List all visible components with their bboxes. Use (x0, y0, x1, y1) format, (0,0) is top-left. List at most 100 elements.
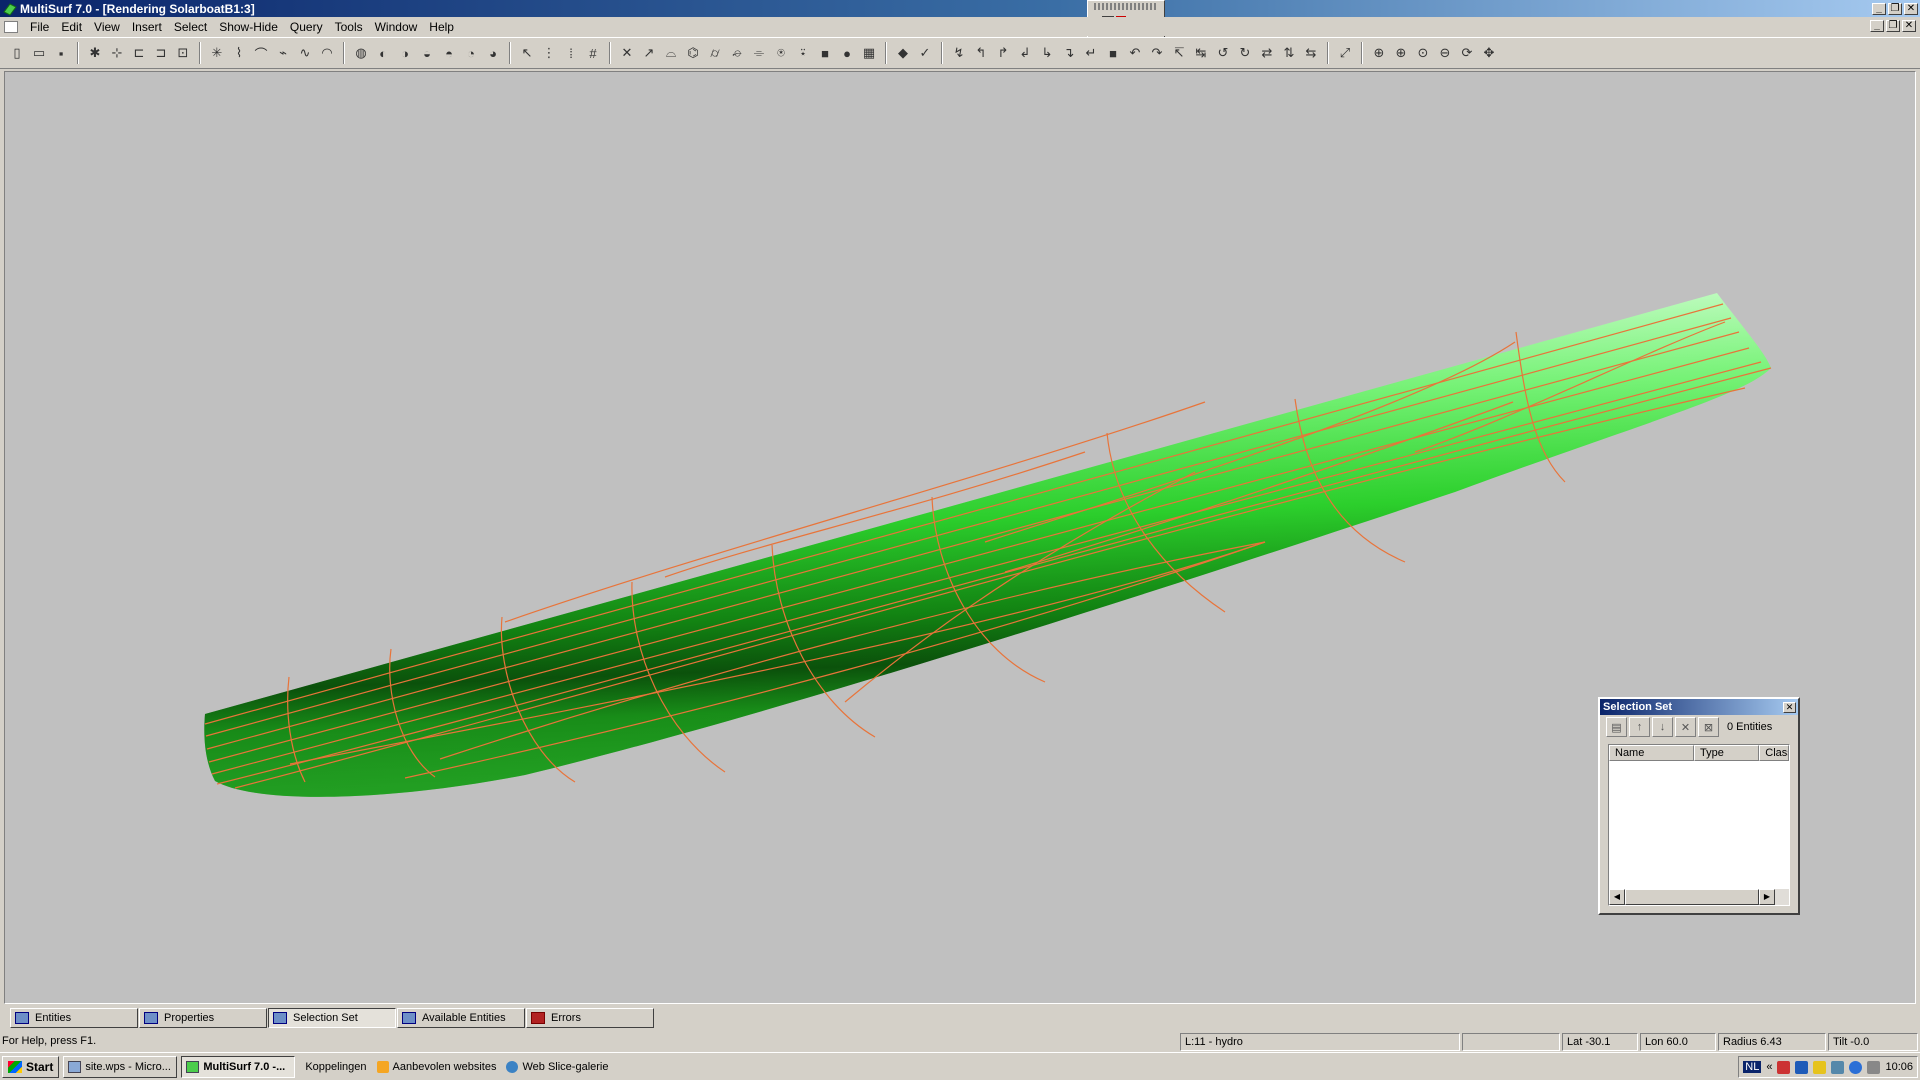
relabel-5-icon[interactable]: ↳ (1036, 42, 1058, 64)
menu-select[interactable]: Select (168, 20, 213, 34)
relabel-8-icon[interactable]: ■ (1102, 42, 1124, 64)
menu-help[interactable]: Help (423, 20, 460, 34)
point-tool-icon[interactable]: ✱ (84, 42, 106, 64)
surface-f-icon[interactable]: ⍣ (792, 42, 814, 64)
save-icon[interactable]: ▪ (50, 42, 72, 64)
link-koppelingen[interactable]: Koppelingen (305, 1061, 366, 1073)
document-icon[interactable] (4, 20, 18, 33)
bspline-tool-icon[interactable]: ⌇ (228, 42, 250, 64)
move-down-icon[interactable]: ↓ (1652, 717, 1673, 737)
check-icon[interactable]: ✓ (914, 42, 936, 64)
surface-d-icon[interactable]: ⌯ (748, 42, 770, 64)
frame-tool-icon[interactable]: ⊡ (172, 42, 194, 64)
lofted-surface-icon[interactable]: ◍ (350, 42, 372, 64)
column-class[interactable]: Class (1759, 745, 1789, 761)
rotate-view-icon[interactable]: ⟳ (1456, 42, 1478, 64)
task-multisurf[interactable]: MultiSurf 7.0 -... (181, 1055, 296, 1078)
revolution-surface-icon[interactable]: ◓ (438, 42, 460, 64)
sort-list-icon[interactable]: ▤ (1606, 717, 1627, 737)
relabel-14-icon[interactable]: ↻ (1234, 42, 1256, 64)
language-indicator[interactable]: NL (1743, 1061, 1762, 1073)
tab-selection-set[interactable]: Selection Set (268, 1008, 396, 1028)
polyline-tool-icon[interactable]: ⌁ (272, 42, 294, 64)
move-up-icon[interactable]: ↑ (1629, 717, 1650, 737)
tray-volume-icon[interactable] (1867, 1060, 1881, 1074)
clear-all-icon[interactable]: ⊠ (1698, 717, 1719, 737)
tray-info-icon[interactable] (1849, 1060, 1863, 1074)
menu-show-hide[interactable]: Show-Hide (213, 20, 284, 34)
tray-network-icon[interactable] (1795, 1060, 1809, 1074)
tab-properties[interactable]: Properties (139, 1008, 267, 1028)
relabel-17-icon[interactable]: ⇆ (1300, 42, 1322, 64)
relabel-7-icon[interactable]: ↵ (1080, 42, 1102, 64)
grid-2-icon[interactable]: ⁞ (560, 42, 582, 64)
minimize-button[interactable]: _ (1872, 2, 1886, 15)
link-aanbevolen[interactable]: Aanbevolen websites (376, 1060, 496, 1073)
contour-icon[interactable]: ⌓ (660, 42, 682, 64)
surface-a-icon[interactable]: ⌬ (682, 42, 704, 64)
menu-view[interactable]: View (88, 20, 126, 34)
link-web-slice[interactable]: Web Slice-galerie (506, 1060, 609, 1073)
tray-warning-icon[interactable] (1813, 1060, 1827, 1074)
tray-antivirus-icon[interactable] (1777, 1060, 1791, 1074)
surface-e-icon[interactable]: ⍟ (770, 42, 792, 64)
zoom-in-icon[interactable]: ⊕ (1390, 42, 1412, 64)
zoom-extents-icon[interactable]: ⊙ (1412, 42, 1434, 64)
menu-window[interactable]: Window (369, 20, 424, 34)
selection-set-titlebar[interactable]: Selection Set ✕ (1600, 699, 1798, 715)
selection-set-panel[interactable]: Selection Set ✕ ▤ ↑ ↓ ✕ ⊠ 0 Entities Nam… (1598, 697, 1800, 915)
relabel-9-icon[interactable]: ↶ (1124, 42, 1146, 64)
selection-list[interactable]: Name Type Class ◀ ▶ (1608, 744, 1790, 906)
mesh-icon[interactable]: ▦ (858, 42, 880, 64)
remove-icon[interactable]: ✕ (1675, 717, 1696, 737)
maximize-button[interactable]: ❐ (1888, 2, 1902, 15)
relabel-4-icon[interactable]: ↲ (1014, 42, 1036, 64)
orient-view-icon[interactable]: ⤢ (1334, 42, 1356, 64)
relabel-13-icon[interactable]: ↺ (1212, 42, 1234, 64)
relabel-16-icon[interactable]: ⇅ (1278, 42, 1300, 64)
close-button[interactable]: ✕ (1904, 2, 1918, 15)
diamond-icon[interactable]: ◆ (892, 42, 914, 64)
blend-surface-icon[interactable]: ◑ (394, 42, 416, 64)
conic-tool-icon[interactable]: ◠ (316, 42, 338, 64)
selection-set-close-button[interactable]: ✕ (1783, 701, 1796, 713)
relabel-6-icon[interactable]: ↴ (1058, 42, 1080, 64)
projection-icon[interactable]: ↗ (638, 42, 660, 64)
relabel-12-icon[interactable]: ↹ (1190, 42, 1212, 64)
clock[interactable]: 10:06 (1885, 1061, 1913, 1073)
surface-c-icon[interactable]: ⌮ (726, 42, 748, 64)
curve-tool-icon[interactable]: ✳ (206, 42, 228, 64)
doc-minimize-button[interactable]: _ (1870, 20, 1884, 32)
menu-file[interactable]: File (24, 20, 55, 34)
scroll-thumb[interactable] (1625, 889, 1759, 905)
menu-edit[interactable]: Edit (55, 20, 88, 34)
tray-bluetooth-icon[interactable] (1831, 1060, 1845, 1074)
doc-close-button[interactable]: ✕ (1902, 20, 1916, 32)
relabel-3-icon[interactable]: ↱ (992, 42, 1014, 64)
menu-query[interactable]: Query (284, 20, 329, 34)
scroll-right-icon[interactable]: ▶ (1759, 889, 1775, 905)
tab-errors[interactable]: Errors (526, 1008, 654, 1028)
tab-entities[interactable]: Entities (10, 1008, 138, 1028)
sweep-surface-icon[interactable]: ◒ (416, 42, 438, 64)
pan-view-icon[interactable]: ✥ (1478, 42, 1500, 64)
tab-available-entities[interactable]: Available Entities (397, 1008, 525, 1028)
bead-tool-icon[interactable]: ⊹ (106, 42, 128, 64)
task-word[interactable]: site.wps - Micro... (63, 1055, 178, 1078)
start-button[interactable]: Start (2, 1055, 60, 1078)
snake-tool-icon[interactable]: ∿ (294, 42, 316, 64)
horizontal-scrollbar[interactable]: ◀ ▶ (1609, 889, 1789, 905)
column-name[interactable]: Name (1609, 745, 1695, 761)
new-file-icon[interactable]: ▯ (6, 42, 28, 64)
toolbar-grip[interactable] (1094, 3, 1158, 10)
grid-3-icon[interactable]: # (582, 42, 604, 64)
solid-icon[interactable]: ■ (814, 42, 836, 64)
grid-1-icon[interactable]: ⋮ (538, 42, 560, 64)
trim-surface-icon[interactable]: ◕ (482, 42, 504, 64)
menu-tools[interactable]: Tools (329, 20, 369, 34)
ring-tool-icon[interactable]: ⊐ (150, 42, 172, 64)
menu-insert[interactable]: Insert (126, 20, 168, 34)
relabel-11-icon[interactable]: ↸ (1168, 42, 1190, 64)
intersect-icon[interactable]: ✕ (616, 42, 638, 64)
doc-restore-button[interactable]: ❐ (1886, 20, 1900, 32)
